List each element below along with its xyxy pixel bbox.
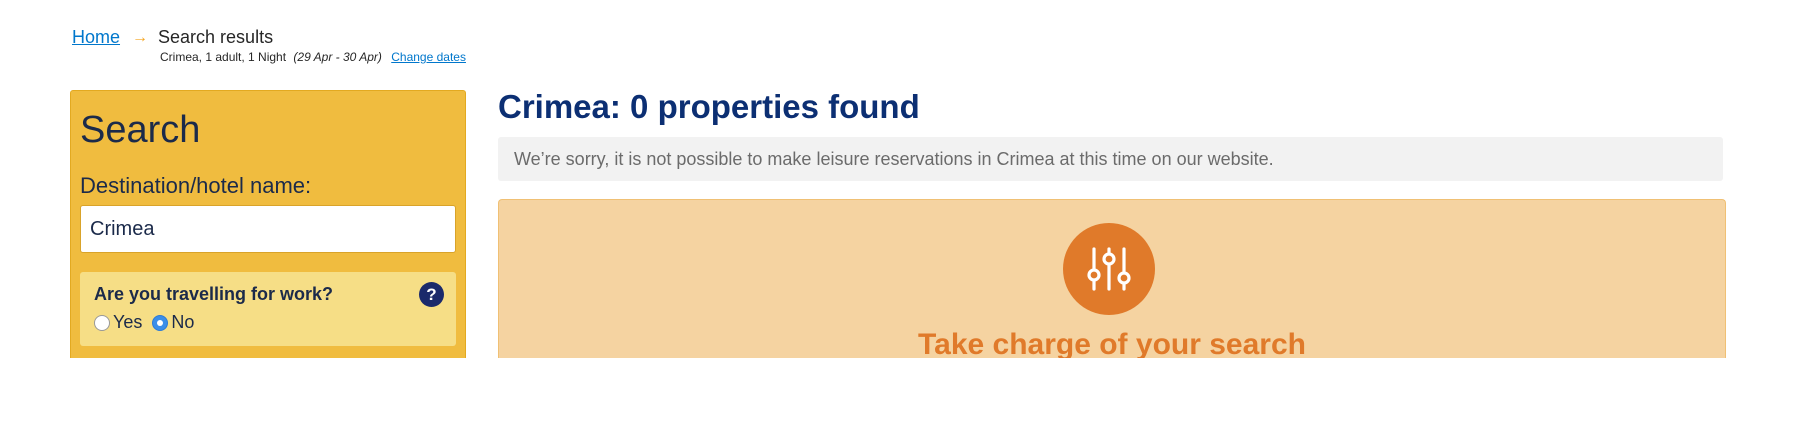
- work-travel-yes-option[interactable]: Yes: [94, 312, 142, 333]
- availability-notice: We’re sorry, it is not possible to make …: [498, 137, 1723, 181]
- search-tips-promo: Take charge of your search: [498, 199, 1726, 358]
- search-panel: Search Destination/hotel name: Are you t…: [70, 90, 466, 358]
- radio-yes[interactable]: [94, 314, 110, 331]
- radio-no-label: No: [171, 312, 195, 332]
- radio-no[interactable]: [152, 314, 169, 331]
- search-summary-dates: (29 Apr - 30 Apr): [293, 50, 382, 64]
- work-travel-options: Yes No: [94, 312, 204, 333]
- work-travel-box: Are you travelling for work? ? Yes No: [80, 272, 456, 346]
- search-panel-title: Search: [80, 109, 201, 151]
- change-dates-link[interactable]: Change dates: [391, 50, 466, 64]
- breadcrumb-arrow-icon: →: [132, 28, 149, 46]
- work-travel-no-option[interactable]: No: [152, 312, 194, 333]
- results-title: Crimea: 0 properties found: [498, 88, 920, 125]
- destination-input[interactable]: [80, 205, 456, 253]
- sliders-icon: [1063, 223, 1155, 315]
- breadcrumb: Home → Search results: [72, 27, 273, 48]
- radio-yes-label: Yes: [113, 312, 143, 332]
- search-summary-text: Crimea, 1 adult, 1 Night: [160, 50, 287, 64]
- work-travel-question: Are you travelling for work?: [94, 284, 334, 304]
- search-summary: Crimea, 1 adult, 1 Night (29 Apr - 30 Ap…: [160, 50, 466, 64]
- destination-label: Destination/hotel name:: [80, 173, 312, 198]
- breadcrumb-home-link[interactable]: Home: [72, 27, 120, 48]
- help-icon[interactable]: ?: [419, 282, 444, 307]
- promo-title: Take charge of your search: [918, 328, 1306, 358]
- breadcrumb-current: Search results: [158, 27, 274, 47]
- search-results-page: Home → Search results Crimea, 1 adult, 1…: [0, 0, 1800, 426]
